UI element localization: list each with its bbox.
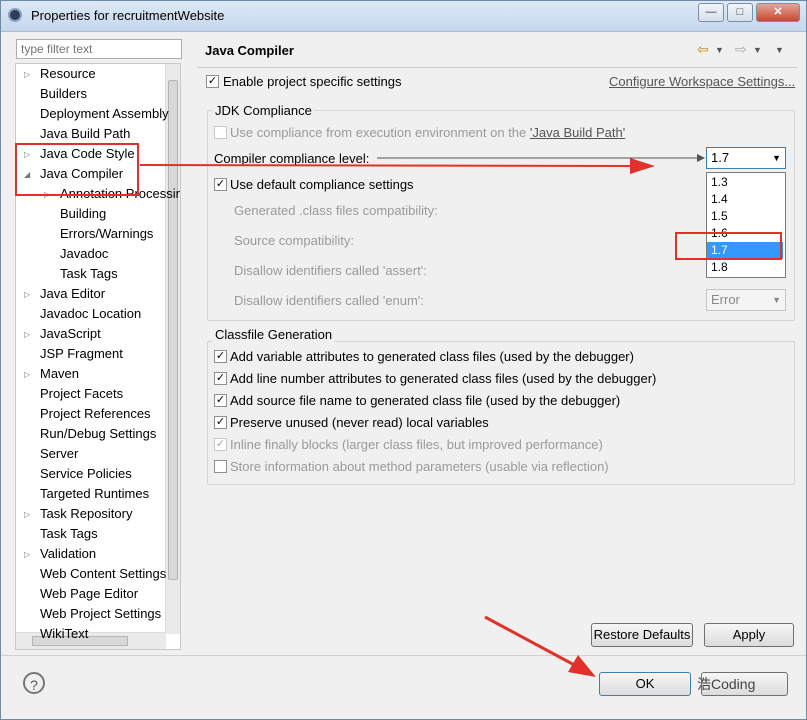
- annotation-arrows: [139, 154, 705, 677]
